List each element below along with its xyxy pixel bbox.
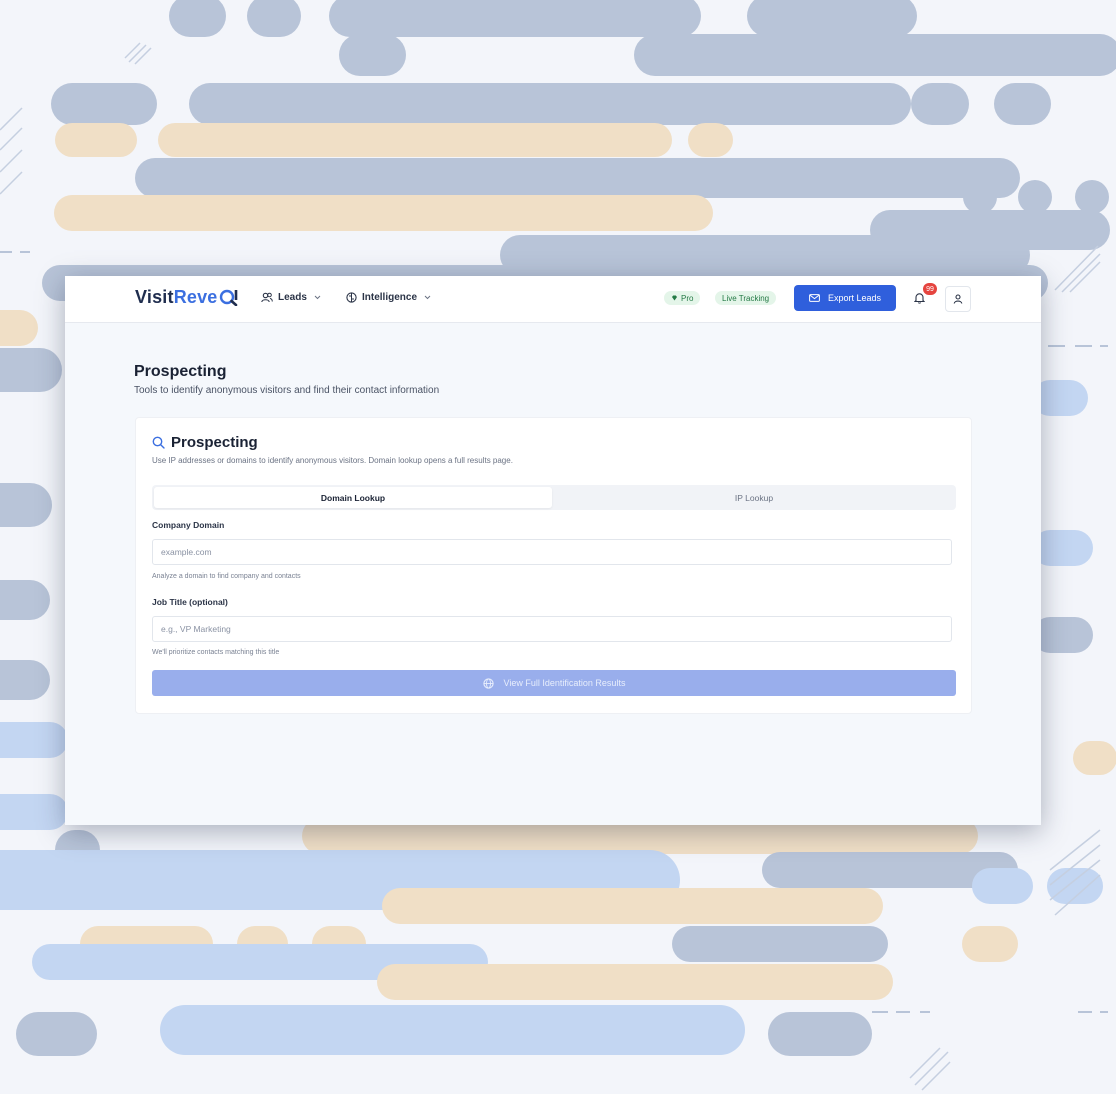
users-icon bbox=[261, 292, 273, 303]
card-title-text: Prospecting bbox=[171, 434, 258, 451]
search-icon bbox=[152, 436, 165, 449]
live-tracking-badge: Live Tracking bbox=[715, 291, 777, 305]
pro-badge-label: Pro bbox=[681, 293, 694, 303]
brain-icon bbox=[346, 292, 357, 303]
export-leads-button[interactable]: Export Leads bbox=[794, 285, 896, 311]
export-leads-label: Export Leads bbox=[827, 293, 882, 303]
view-results-button[interactable]: View Full Identification Results bbox=[152, 670, 956, 696]
company-domain-input[interactable] bbox=[152, 539, 952, 565]
job-title-hint: We'll prioritize contacts matching this … bbox=[152, 649, 280, 656]
nav-leads-label: Leads bbox=[278, 292, 307, 303]
notification-count-badge: 99 bbox=[923, 283, 937, 295]
lookup-tabs: Domain Lookup IP Lookup bbox=[152, 485, 956, 510]
mail-icon bbox=[809, 294, 820, 302]
brand-name-part1: Visit bbox=[135, 287, 174, 307]
brand-logo[interactable]: VisitReve bbox=[135, 287, 239, 311]
company-domain-label: Company Domain bbox=[152, 520, 225, 530]
user-menu-button[interactable] bbox=[945, 286, 971, 312]
top-navigation-bar: VisitReve Leads Intelligence Pro Live Tr… bbox=[65, 276, 1041, 323]
card-title: Prospecting bbox=[152, 434, 258, 451]
page-title: Prospecting bbox=[134, 363, 227, 380]
job-title-input[interactable] bbox=[152, 616, 952, 642]
live-tracking-label: Live Tracking bbox=[722, 293, 770, 303]
company-domain-hint: Analyze a domain to find company and con… bbox=[152, 573, 301, 580]
prospecting-card: Prospecting Use IP addresses or domains … bbox=[135, 417, 972, 714]
app-window: VisitReve Leads Intelligence Pro Live Tr… bbox=[65, 276, 1041, 825]
chevron-down-icon bbox=[314, 295, 321, 300]
nav-intelligence-label: Intelligence bbox=[362, 292, 418, 303]
user-icon bbox=[953, 294, 963, 304]
pro-plan-badge: Pro bbox=[664, 291, 701, 305]
nav-leads-menu[interactable]: Leads bbox=[261, 292, 321, 303]
gem-icon bbox=[671, 295, 678, 301]
magnifier-logo-icon bbox=[219, 288, 239, 311]
tab-ip-lookup[interactable]: IP Lookup bbox=[554, 487, 954, 508]
nav-intelligence-menu[interactable]: Intelligence bbox=[346, 292, 431, 303]
brand-name-part2: Reve bbox=[173, 287, 218, 307]
globe-icon bbox=[482, 677, 494, 689]
chevron-down-icon bbox=[424, 295, 431, 300]
view-results-label: View Full Identification Results bbox=[503, 678, 626, 688]
tab-domain-lookup[interactable]: Domain Lookup bbox=[154, 487, 552, 508]
job-title-label: Job Title (optional) bbox=[152, 597, 228, 607]
notifications-bell-icon[interactable] bbox=[913, 291, 926, 309]
page-subtitle: Tools to identify anonymous visitors and… bbox=[134, 385, 440, 396]
card-description: Use IP addresses or domains to identify … bbox=[152, 456, 513, 465]
